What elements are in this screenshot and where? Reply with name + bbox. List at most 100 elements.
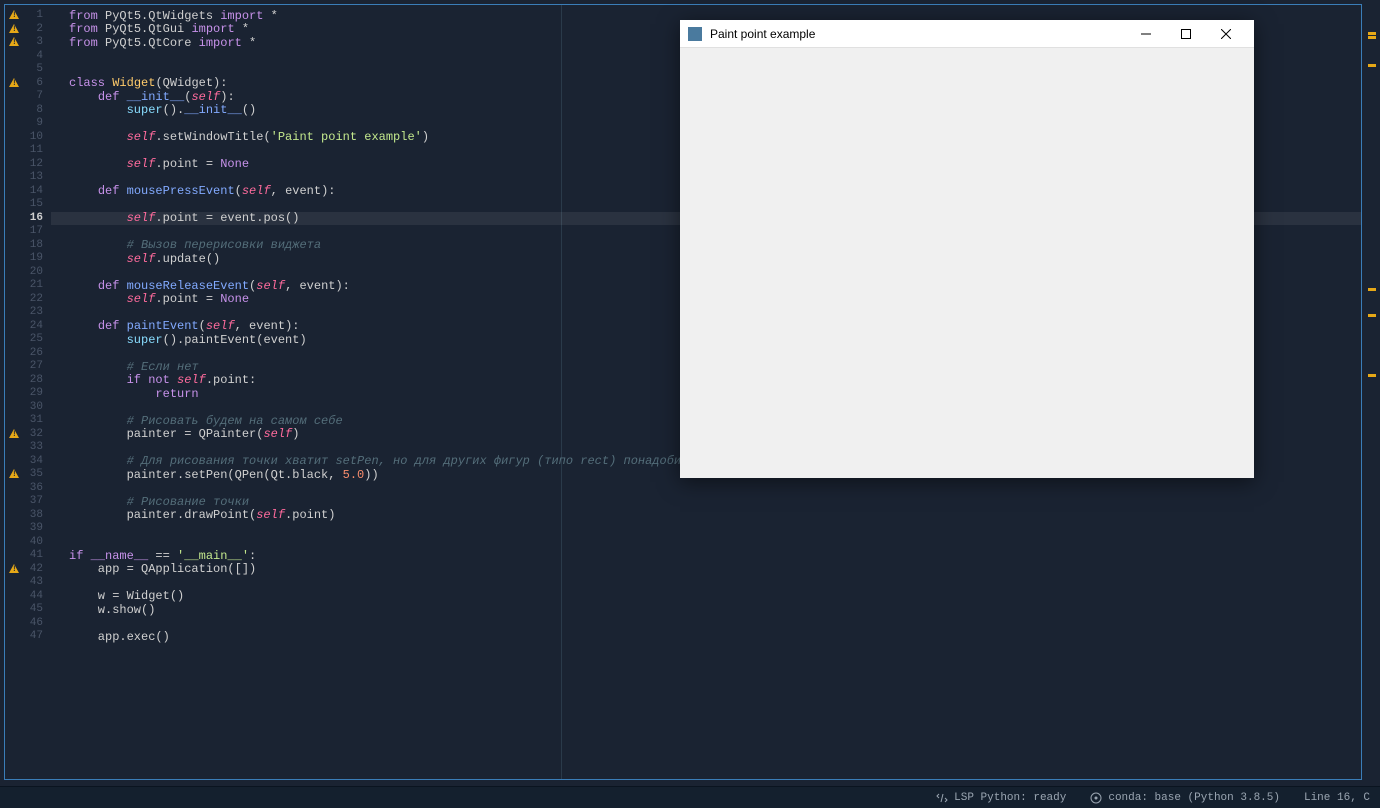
line-number[interactable]: 12 bbox=[5, 158, 51, 172]
warning-icon[interactable] bbox=[9, 78, 21, 90]
line-number[interactable]: 15 bbox=[5, 198, 51, 212]
line-number[interactable]: 36 bbox=[5, 482, 51, 496]
line-number[interactable]: 5 bbox=[5, 63, 51, 77]
warning-icon[interactable] bbox=[9, 429, 21, 441]
line-number[interactable]: 20 bbox=[5, 266, 51, 280]
window-controls bbox=[1126, 21, 1246, 47]
close-button[interactable] bbox=[1206, 21, 1246, 47]
minimap-marker bbox=[1368, 288, 1376, 291]
minimap-marker bbox=[1368, 32, 1376, 35]
line-number[interactable]: 11 bbox=[5, 144, 51, 158]
code-line[interactable]: w = Widget() bbox=[69, 590, 184, 604]
code-line[interactable]: class Widget(QWidget): bbox=[69, 77, 227, 91]
line-number[interactable]: 10 bbox=[5, 131, 51, 145]
line-number[interactable]: 19 bbox=[5, 252, 51, 266]
line-number[interactable]: 45 bbox=[5, 603, 51, 617]
line-number[interactable]: 23 bbox=[5, 306, 51, 320]
line-number[interactable]: 28 bbox=[5, 374, 51, 388]
status-conda[interactable]: conda: base (Python 3.8.5) bbox=[1090, 792, 1280, 804]
line-number[interactable]: 14 bbox=[5, 185, 51, 199]
code-line[interactable]: painter.setPen(QPen(Qt.black, 5.0)) bbox=[69, 468, 379, 482]
code-line[interactable]: self.point = event.pos() bbox=[69, 212, 299, 226]
line-number[interactable]: 40 bbox=[5, 536, 51, 550]
code-line[interactable]: super().paintEvent(event) bbox=[69, 333, 307, 347]
line-number[interactable]: 41 bbox=[5, 549, 51, 563]
code-line[interactable]: # Рисовать будем на самом себе bbox=[69, 414, 343, 428]
code-line[interactable]: if __name__ == '__main__': bbox=[69, 549, 256, 563]
code-line[interactable]: # Рисование точки bbox=[69, 495, 249, 509]
status-lsp[interactable]: LSP Python: ready bbox=[936, 792, 1066, 804]
minimap-marker bbox=[1368, 64, 1376, 67]
lsp-icon bbox=[936, 792, 948, 804]
gutter[interactable]: 1234567891011121314151617181920212223242… bbox=[5, 5, 51, 779]
line-number[interactable]: 30 bbox=[5, 401, 51, 415]
warning-icon[interactable] bbox=[9, 37, 21, 49]
status-bar: LSP Python: ready conda: base (Python 3.… bbox=[0, 786, 1380, 808]
line-number[interactable]: 24 bbox=[5, 320, 51, 334]
line-number[interactable]: 31 bbox=[5, 414, 51, 428]
line-number[interactable]: 44 bbox=[5, 590, 51, 604]
window-title: Paint point example bbox=[710, 27, 1126, 41]
code-line[interactable]: w.show() bbox=[69, 603, 155, 617]
conda-icon bbox=[1090, 792, 1102, 804]
warning-icon[interactable] bbox=[9, 564, 21, 576]
code-line[interactable]: if not self.point: bbox=[69, 374, 256, 388]
code-line[interactable]: self.point = None bbox=[69, 293, 249, 307]
line-number[interactable]: 17 bbox=[5, 225, 51, 239]
window-content[interactable] bbox=[680, 48, 1254, 478]
line-number[interactable]: 27 bbox=[5, 360, 51, 374]
code-line[interactable]: from PyQt5.QtCore import * bbox=[69, 36, 256, 50]
code-line[interactable]: painter.drawPoint(self.point) bbox=[69, 509, 335, 523]
line-number[interactable]: 25 bbox=[5, 333, 51, 347]
code-line[interactable]: painter = QPainter(self) bbox=[69, 428, 299, 442]
line-number[interactable]: 47 bbox=[5, 630, 51, 644]
code-line[interactable]: from PyQt5.QtGui import * bbox=[69, 23, 249, 37]
status-lsp-text: LSP Python: ready bbox=[954, 792, 1066, 804]
code-line[interactable]: def __init__(self): bbox=[69, 90, 235, 104]
line-number[interactable]: 29 bbox=[5, 387, 51, 401]
maximize-button[interactable] bbox=[1166, 21, 1206, 47]
line-number[interactable]: 13 bbox=[5, 171, 51, 185]
code-line[interactable]: return bbox=[69, 387, 199, 401]
minimap-marker bbox=[1368, 374, 1376, 377]
minimap-marker bbox=[1368, 314, 1376, 317]
line-number[interactable]: 38 bbox=[5, 509, 51, 523]
code-line[interactable]: # Для рисования точки хватит setPen, но … bbox=[69, 455, 768, 469]
code-line[interactable]: self.update() bbox=[69, 252, 220, 266]
code-line[interactable]: app = QApplication([]) bbox=[69, 563, 256, 577]
line-number[interactable]: 9 bbox=[5, 117, 51, 131]
code-line[interactable]: self.setWindowTitle('Paint point example… bbox=[69, 131, 429, 145]
code-line[interactable]: super().__init__() bbox=[69, 104, 256, 118]
line-number[interactable]: 18 bbox=[5, 239, 51, 253]
code-line[interactable]: self.point = None bbox=[69, 158, 249, 172]
line-number[interactable]: 33 bbox=[5, 441, 51, 455]
code-line[interactable]: app.exec() bbox=[69, 630, 170, 644]
line-number[interactable]: 43 bbox=[5, 576, 51, 590]
line-number[interactable]: 21 bbox=[5, 279, 51, 293]
line-number[interactable]: 26 bbox=[5, 347, 51, 361]
app-icon bbox=[688, 27, 702, 41]
line-number[interactable]: 34 bbox=[5, 455, 51, 469]
line-number[interactable]: 46 bbox=[5, 617, 51, 631]
status-conda-text: conda: base (Python 3.8.5) bbox=[1108, 792, 1280, 804]
status-line[interactable]: Line 16, C bbox=[1304, 792, 1370, 804]
titlebar[interactable]: Paint point example bbox=[680, 20, 1254, 48]
code-line[interactable]: def paintEvent(self, event): bbox=[69, 320, 299, 334]
line-number[interactable]: 8 bbox=[5, 104, 51, 118]
code-line[interactable]: def mousePressEvent(self, event): bbox=[69, 185, 335, 199]
warning-icon[interactable] bbox=[9, 469, 21, 481]
line-number[interactable]: 37 bbox=[5, 495, 51, 509]
line-number[interactable]: 7 bbox=[5, 90, 51, 104]
minimize-button[interactable] bbox=[1126, 21, 1166, 47]
line-number[interactable]: 4 bbox=[5, 50, 51, 64]
line-number[interactable]: 22 bbox=[5, 293, 51, 307]
code-line[interactable]: from PyQt5.QtWidgets import * bbox=[69, 9, 278, 23]
line-number[interactable]: 16 bbox=[5, 212, 51, 226]
code-line[interactable]: def mouseReleaseEvent(self, event): bbox=[69, 279, 350, 293]
minimap[interactable] bbox=[1364, 4, 1376, 780]
line-number[interactable]: 39 bbox=[5, 522, 51, 536]
warning-icon[interactable] bbox=[9, 10, 21, 22]
code-line[interactable]: # Вызов перерисовки виджета bbox=[69, 239, 321, 253]
warning-icon[interactable] bbox=[9, 24, 21, 36]
code-line[interactable]: # Если нет bbox=[69, 360, 199, 374]
